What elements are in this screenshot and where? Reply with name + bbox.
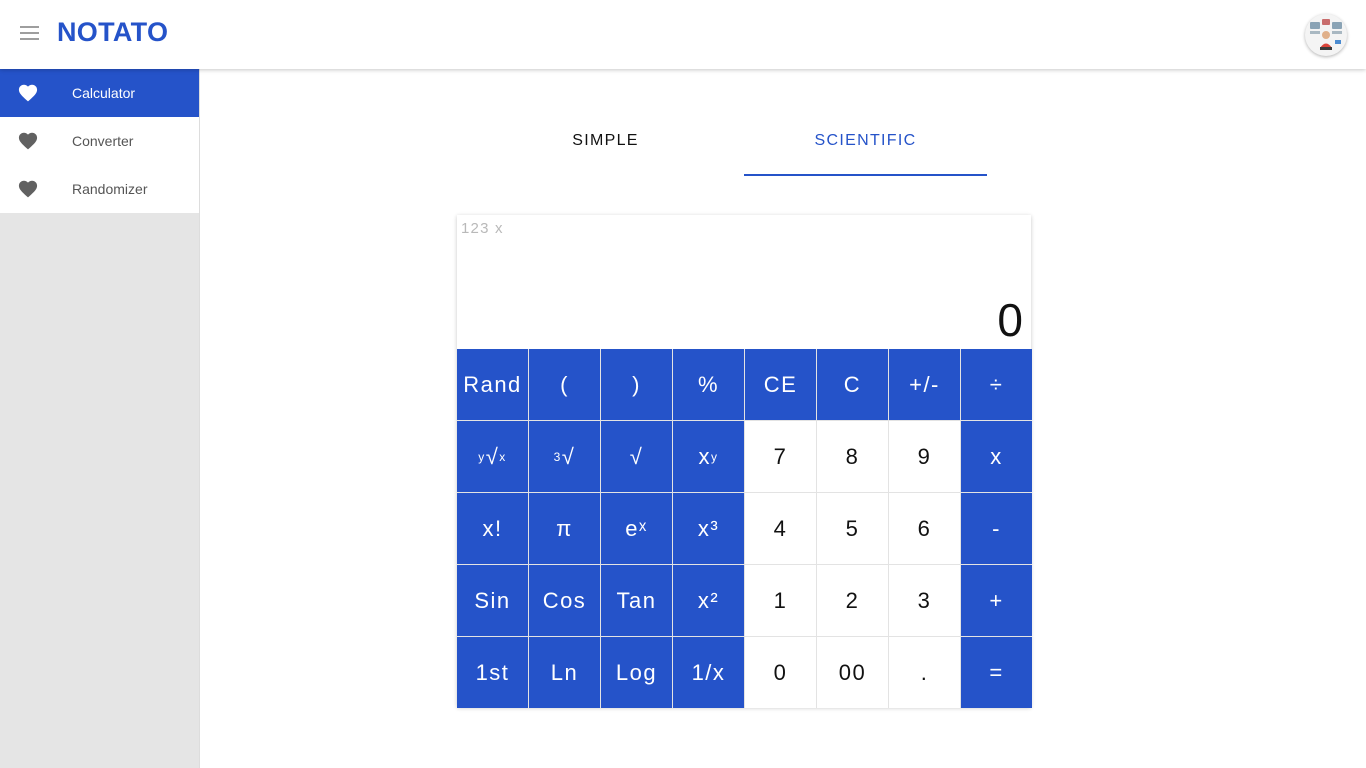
key-7[interactable]: 7 [745,421,816,492]
sidebar: Calculator Converter Randomizer [0,69,200,768]
key-e-pow-x[interactable]: eˣ [601,493,672,564]
key-sin[interactable]: Sin [457,565,528,636]
key-0[interactable]: 0 [745,637,816,708]
key-open-paren[interactable]: ( [529,349,600,420]
key-percent[interactable]: % [673,349,744,420]
tab-scientific[interactable]: SCIENTIFIC [744,110,987,176]
key-ce[interactable]: CE [745,349,816,420]
key-equals[interactable]: = [961,637,1032,708]
key-factorial[interactable]: x! [457,493,528,564]
key-8[interactable]: 8 [817,421,888,492]
heart-icon [18,180,38,198]
sidebar-item-randomizer[interactable]: Randomizer [0,165,199,213]
key-pi[interactable]: π [529,493,600,564]
key-sqrt[interactable]: √ [601,421,672,492]
key-tan[interactable]: Tan [601,565,672,636]
active-tab-indicator [744,174,987,176]
top-app-bar: NOTATO [0,0,1366,69]
key-5[interactable]: 5 [817,493,888,564]
key-2[interactable]: 2 [817,565,888,636]
user-avatar-icon[interactable] [1305,14,1347,56]
key-plus-minus[interactable]: +/- [889,349,960,420]
key-3[interactable]: 3 [889,565,960,636]
key-x-squared[interactable]: x² [673,565,744,636]
calculator-display: 123 x 0 [457,215,1031,349]
key-6[interactable]: 6 [889,493,960,564]
hamburger-menu-icon[interactable] [20,26,39,40]
key-plus[interactable]: + [961,565,1032,636]
sidebar-nav-list: Calculator Converter Randomizer [0,69,199,213]
key-reciprocal[interactable]: 1/x [673,637,744,708]
key-log[interactable]: Log [601,637,672,708]
result-value: 0 [997,294,1023,346]
sidebar-item-label: Randomizer [72,181,148,197]
heart-icon [18,84,38,102]
key-1st[interactable]: 1st [457,637,528,708]
key-cos[interactable]: Cos [529,565,600,636]
key-decimal[interactable]: . [889,637,960,708]
key-4[interactable]: 4 [745,493,816,564]
key-multiply[interactable]: x [961,421,1032,492]
sidebar-item-calculator[interactable]: Calculator [0,69,199,117]
expression-history: 123 x [461,220,504,237]
key-rand[interactable]: Rand [457,349,528,420]
key-9[interactable]: 9 [889,421,960,492]
sidebar-item-label: Converter [72,133,134,149]
key-x-pow-y[interactable]: xy [673,421,744,492]
key-divide[interactable]: ÷ [961,349,1032,420]
calculator-panel: 123 x 0 Rand()% CE C +/- ÷ y √ x 3 √ √ x y 7 8 9 x x! π eˣ x… [457,215,1032,708]
sidebar-item-label: Calculator [72,85,136,101]
brand-logo-text[interactable]: NOTATO [57,17,168,48]
key-1[interactable]: 1 [745,565,816,636]
key-cube-root[interactable]: 3 √ [529,421,600,492]
sidebar-item-converter[interactable]: Converter [0,117,199,165]
key-minus[interactable]: - [961,493,1032,564]
calculator-keypad: Rand()% CE C +/- ÷ y √ x 3 √ √ x y 7 8 9 x x! π eˣ x³ 4 5 6- Sin… [457,349,1032,708]
heart-icon [18,132,38,150]
key-close-paren[interactable]: ) [601,349,672,420]
key-x-cubed[interactable]: x³ [673,493,744,564]
key-00[interactable]: 00 [817,637,888,708]
key-y-root-x[interactable]: y √ x [457,421,528,492]
tab-simple[interactable]: SIMPLE [484,110,727,176]
key-ln[interactable]: Ln [529,637,600,708]
calculator-mode-tabs: SIMPLE SCIENTIFIC [457,110,1047,176]
key-c[interactable]: C [817,349,888,420]
